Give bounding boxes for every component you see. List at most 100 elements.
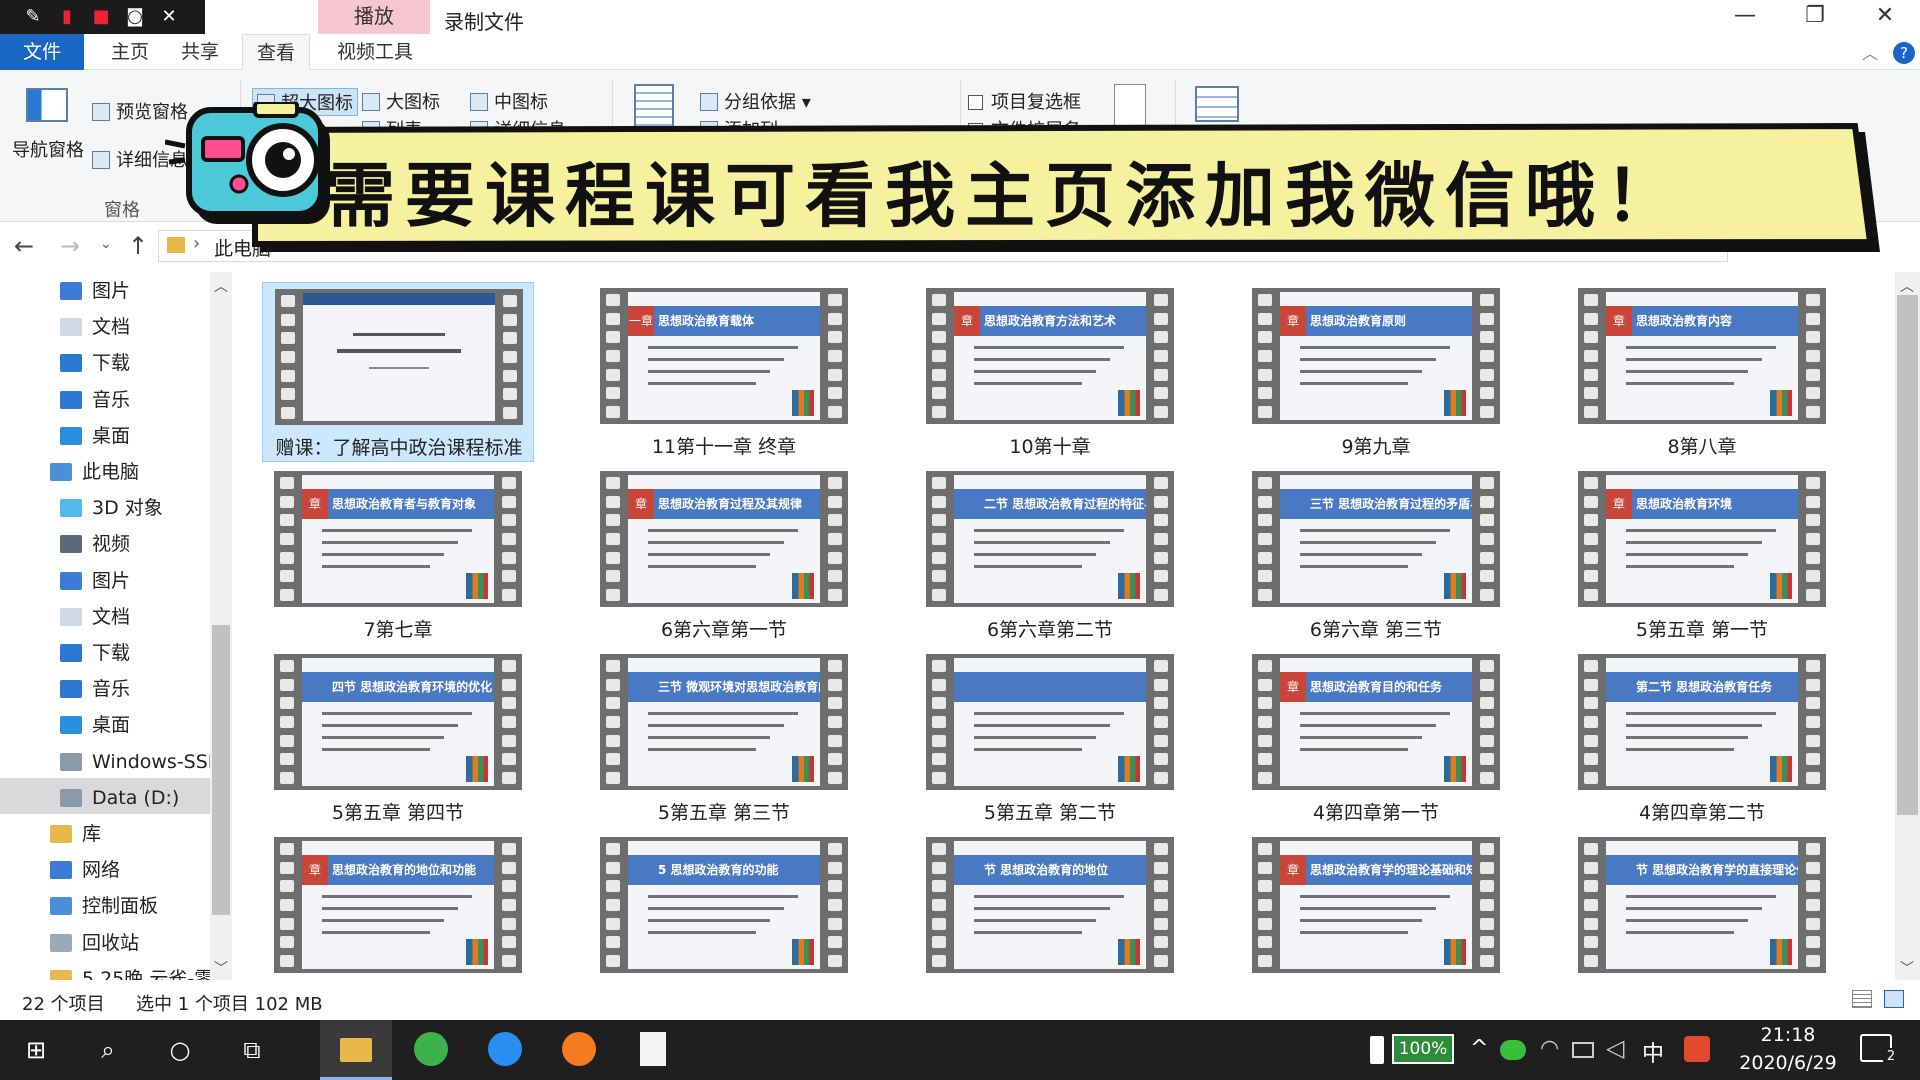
wechat-icon[interactable] [1500, 1040, 1526, 1060]
red-stop-icon[interactable]: ■ [88, 6, 114, 28]
battery-indicator[interactable]: 100% [1392, 1034, 1454, 1064]
scroll-down-icon[interactable]: ﹀ [214, 958, 228, 978]
tab-video-tools[interactable]: 视频工具 [325, 34, 425, 70]
clock-date[interactable]: 2020/6/29 [1730, 1052, 1846, 1074]
nav-item[interactable]: 文档 [60, 600, 130, 634]
scroll-up-icon[interactable]: ︿ [214, 276, 228, 296]
up-button[interactable]: ↑ [128, 232, 148, 260]
video-file-tile[interactable]: 思想政治教育原则章 9第九章 [1240, 282, 1512, 462]
browser-360-icon[interactable] [414, 1032, 448, 1066]
maximize-button[interactable]: ❐ [1780, 0, 1850, 34]
nav-item[interactable]: 下载 [60, 346, 130, 380]
windows-start-icon[interactable]: ⊞ [16, 1030, 56, 1070]
nav-item[interactable]: Data (D:) [60, 781, 179, 815]
film-hole [932, 477, 946, 489]
nav-item[interactable]: 音乐 [60, 383, 130, 417]
chevron-up-icon[interactable]: ︿ [1862, 40, 1878, 64]
video-file-tile[interactable]: 思想政治教育过程及其规律章 6第六章第一节 [588, 465, 860, 645]
nav-pane-button[interactable]: 导航窗格 [12, 136, 84, 162]
video-file-tile[interactable]: 思想政治教育者与教育对象章 7第七章 [262, 465, 534, 645]
video-file-tile[interactable]: 四节 思想政治教育环境的优化 5第五章 第四节 [262, 648, 534, 828]
video-file-tile[interactable]: 思想政治教育载体 一章 11第十一章 终章 [588, 282, 860, 462]
nav-item[interactable]: 图片 [60, 564, 130, 598]
film-hole [1806, 477, 1820, 489]
ime-indicator[interactable]: 中 [1642, 1036, 1664, 1068]
film-strip-left [1584, 294, 1598, 418]
film-hole [1480, 898, 1494, 911]
film-hole [1154, 734, 1168, 747]
video-file-tile[interactable]: 思想政治教育学的理论基础和知章 [1240, 831, 1512, 980]
nav-pane-icon[interactable] [26, 88, 68, 122]
sogou-input-icon[interactable] [1684, 1036, 1710, 1062]
film-strip-left [932, 660, 946, 784]
nav-item[interactable]: Windows-SSD [60, 745, 222, 779]
notepad-icon[interactable] [640, 1032, 666, 1066]
pen-icon[interactable]: ✎ [20, 6, 46, 28]
nav-item[interactable]: 桌面 [60, 708, 130, 742]
forward-button[interactable]: → [60, 232, 80, 260]
nav-item[interactable]: 文档 [60, 310, 130, 344]
back-button[interactable]: ← [14, 232, 34, 260]
video-file-tile[interactable]: 节 思想政治教育的地位 [914, 831, 1186, 980]
film-hole [1480, 570, 1494, 583]
promo-banner: 需要课程课可看我主页添加我微信哦！ [165, 102, 1880, 252]
video-file-tile[interactable]: 三节 思想政治教育过程的矛盾与 6第六章 第三节 [1240, 465, 1512, 645]
video-file-tile[interactable]: 第二节 思想政治教育任务 4第四章第二节 [1566, 648, 1838, 828]
film-hole [1806, 697, 1820, 710]
video-file-tile[interactable]: 二节 思想政治教育过程的特征与 6第六章第二节 [914, 465, 1186, 645]
cortana-icon[interactable]: ○ [160, 1030, 200, 1070]
large-icons-view-icon[interactable] [1884, 990, 1904, 1008]
scroll-up-icon[interactable]: ︿ [1900, 276, 1914, 296]
play-contextual-tab[interactable]: 播放 [318, 0, 430, 34]
tab-view[interactable]: 查看 [242, 34, 310, 70]
nav-item[interactable]: 控制面板 [50, 889, 158, 923]
video-file-tile[interactable]: 节 思想政治教育学的直接理论依 [1566, 831, 1838, 980]
battery-icon[interactable] [1572, 1042, 1594, 1058]
video-file-tile[interactable]: 思想政治教育目的和任务章 4第四章第一节 [1240, 648, 1512, 828]
tab-home[interactable]: 主页 [100, 34, 160, 70]
file-explorer-taskbar-button[interactable] [320, 1020, 392, 1080]
details-view-icon[interactable] [1852, 990, 1872, 1008]
feishu-icon[interactable] [488, 1032, 522, 1066]
power-plug-icon[interactable] [1370, 1036, 1384, 1064]
tab-file[interactable]: 文件 [0, 34, 84, 70]
help-icon[interactable]: ? [1893, 42, 1915, 64]
video-file-tile[interactable]: 赠课：了解高中政治课程标准 [262, 282, 534, 462]
minimize-button[interactable]: — [1710, 0, 1780, 34]
nav-item[interactable]: 音乐 [60, 672, 130, 706]
scroll-down-icon[interactable]: ﹀ [1900, 958, 1914, 978]
close-button[interactable]: ✕ [1850, 0, 1920, 34]
clock-time[interactable]: 21:18 [1740, 1024, 1836, 1046]
video-file-tile[interactable]: 思想政治教育环境章 5第五章 第一节 [1566, 465, 1838, 645]
red-square-icon[interactable]: ▮ [54, 6, 80, 28]
close-icon[interactable]: ✕ [156, 6, 182, 28]
video-file-tile[interactable]: 5第五章 第二节 [914, 648, 1186, 828]
content-scrollbar-thumb[interactable] [1897, 295, 1918, 815]
video-file-tile[interactable]: 思想政治教育方法和艺术章 10第十章 [914, 282, 1186, 462]
search-icon[interactable]: ⌕ [88, 1030, 128, 1070]
nav-item[interactable]: 此电脑 [50, 455, 139, 489]
tab-share[interactable]: 共享 [170, 34, 230, 70]
video-file-tile[interactable]: 三节 微观环境对思想政治教育的 5第五章 第三节 [588, 648, 860, 828]
firefox-icon[interactable] [562, 1032, 596, 1066]
nav-item[interactable]: 图片 [60, 274, 130, 308]
film-hole [606, 532, 620, 545]
chevron-up-icon[interactable]: ^ [1470, 1036, 1488, 1061]
camera-icon[interactable]: ◙ [122, 6, 148, 28]
nav-item[interactable]: 桌面 [60, 419, 130, 453]
video-file-tile[interactable]: 思想政治教育内容章 8第八章 [1566, 282, 1838, 462]
video-file-tile[interactable]: 5 思想政治教育的功能 [588, 831, 860, 980]
nav-item[interactable]: 下载 [60, 636, 130, 670]
nav-item[interactable]: 3D 对象 [60, 491, 163, 525]
nav-item[interactable]: 网络 [50, 853, 120, 887]
volume-icon[interactable]: ◁ [1606, 1034, 1624, 1062]
film-hole [932, 588, 946, 601]
recent-locations-icon[interactable]: ⌄ [100, 236, 112, 252]
nav-item[interactable]: 库 [50, 817, 101, 851]
nav-item[interactable]: 回收站 [50, 926, 139, 960]
wifi-icon[interactable]: ◠ [1540, 1036, 1559, 1061]
task-view-icon[interactable]: ⧉ [232, 1030, 272, 1070]
nav-item[interactable]: 视频 [60, 527, 130, 561]
video-file-tile[interactable]: 思想政治教育的地位和功能章 [262, 831, 534, 980]
nav-scrollbar-thumb[interactable] [212, 625, 230, 915]
